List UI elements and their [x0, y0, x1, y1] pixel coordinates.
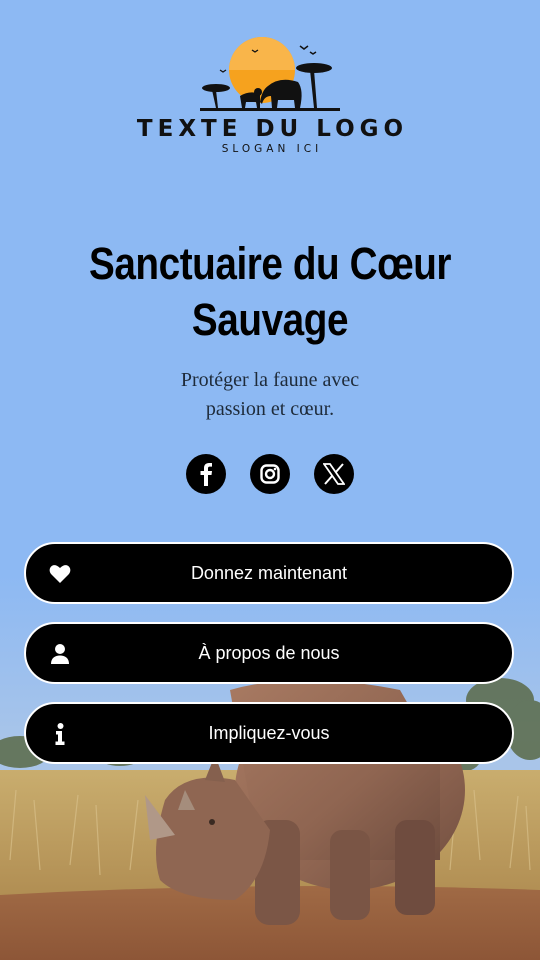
- donate-button-label: Donnez maintenant: [190, 562, 348, 583]
- about-button[interactable]: À propos de nous: [24, 622, 514, 684]
- x-icon: [323, 463, 345, 485]
- subtitle-line-2: passion et cœur.: [205, 398, 335, 420]
- safari-sunset-logo-icon: [200, 37, 340, 111]
- info-icon: [48, 722, 72, 746]
- instagram-icon: [260, 464, 280, 484]
- user-icon: [48, 642, 72, 666]
- subtitle-line-1: Protéger la faune avec: [180, 369, 360, 391]
- social-links: [0, 454, 540, 494]
- donate-button[interactable]: Donnez maintenant: [24, 542, 514, 604]
- page-title-line-2: Sauvage: [191, 294, 349, 345]
- facebook-link[interactable]: [186, 454, 226, 494]
- logo-text: TEXTE DU LOGO: [136, 116, 409, 142]
- page-title-line-1: Sanctuaire du Cœur: [88, 238, 452, 289]
- logo-slogan: SLOGAN ICI: [221, 143, 323, 155]
- page-title: Sanctuaire du Cœur Sauvage: [38, 236, 502, 348]
- page-subtitle: Protéger la faune avec passion et cœur.: [0, 366, 540, 424]
- heart-icon: [48, 562, 72, 586]
- about-button-label: À propos de nous: [198, 642, 340, 663]
- instagram-link[interactable]: [250, 454, 290, 494]
- get-involved-button-label: Impliquez-vous: [208, 722, 330, 743]
- get-involved-button[interactable]: Impliquez-vous: [24, 702, 514, 764]
- logo: TEXTE DU LOGO SLOGAN ICI: [0, 30, 540, 155]
- facebook-icon: [200, 463, 212, 486]
- x-link[interactable]: [314, 454, 354, 494]
